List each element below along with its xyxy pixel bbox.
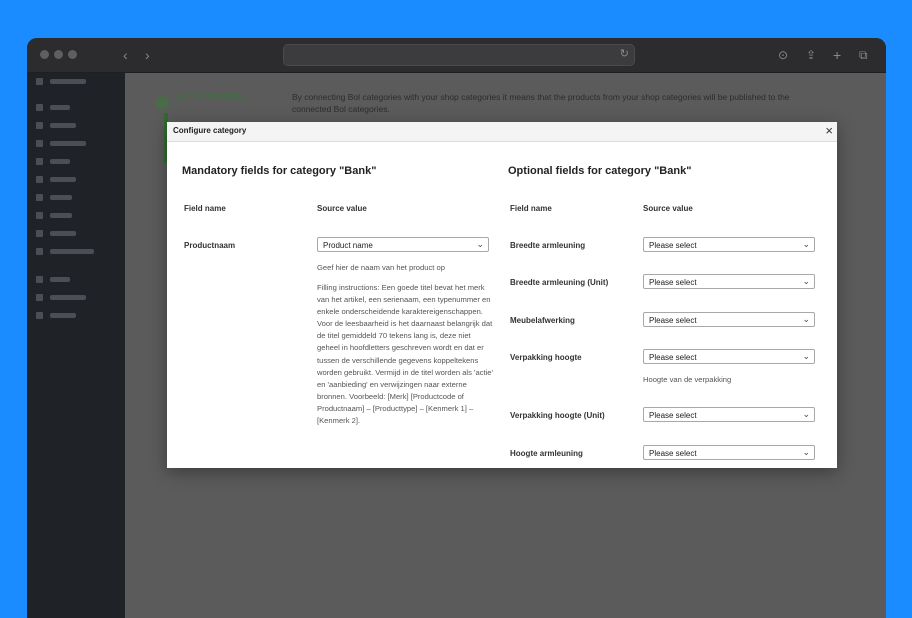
reload-icon[interactable]: ↻: [620, 47, 629, 60]
select-value: Please select: [649, 241, 697, 250]
select-value: Product name: [323, 241, 373, 250]
verpakking-hoogte-unit-select[interactable]: Please select ⌄: [643, 407, 815, 422]
productnaam-hint: Geef hier de naam van het product op: [317, 263, 445, 272]
field-name-breedte-armleuning-unit: Breedte armleuning (Unit): [510, 278, 609, 287]
menu-icon: [36, 176, 43, 183]
menu-icon: [36, 248, 43, 255]
menu-icon: [36, 104, 43, 111]
minimize-window-dot[interactable]: [54, 50, 63, 59]
sidebar-item-label: [50, 105, 70, 110]
sidebar-item-label: [50, 213, 72, 218]
modal-title: Configure category: [173, 126, 247, 135]
field-name-hoogte-armleuning: Hoogte armleuning: [510, 449, 583, 458]
chevron-down-icon: ⌄: [802, 239, 810, 249]
menu-icon: [36, 122, 43, 129]
chevron-down-icon: ⌄: [476, 239, 484, 249]
chevron-down-icon: ⌄: [802, 351, 810, 361]
configure-category-modal: Configure category × Mandatory fields fo…: [167, 122, 837, 468]
sidebar-item-label: [50, 141, 86, 146]
menu-icon: [36, 194, 43, 201]
verpakking-hoogte-hint: Hoogte van de verpakking: [643, 375, 732, 384]
menu-icon: [36, 140, 43, 147]
menu-icon: [36, 312, 43, 319]
field-name-meubelafwerking: Meubelafwerking: [510, 316, 575, 325]
sidebar-item-label: [50, 177, 76, 182]
optional-field-name-header: Field name: [510, 204, 552, 213]
sidebar-item-label: [50, 159, 70, 164]
hoogte-armleuning-select[interactable]: Please select ⌄: [643, 445, 815, 460]
sidebar-item-label: [50, 231, 76, 236]
modal-header: Configure category ×: [167, 122, 837, 142]
select-value: Please select: [649, 316, 697, 325]
chevron-down-icon: ⌄: [802, 409, 810, 419]
sidebar-item-label: [50, 79, 86, 84]
menu-icon: [36, 294, 43, 301]
filling-instructions: Filling instructions: Een goede titel be…: [317, 283, 493, 426]
chevron-down-icon: ⌄: [802, 447, 810, 457]
step-label: AUTHORIZATION: [177, 93, 247, 102]
breedte-armleuning-select[interactable]: Please select ⌄: [643, 237, 815, 252]
field-name-breedte-armleuning: Breedte armleuning: [510, 241, 586, 250]
download-icon[interactable]: ⊙: [778, 45, 788, 65]
optional-heading: Optional fields for category "Bank": [508, 165, 692, 177]
new-tab-icon[interactable]: +: [833, 45, 841, 65]
sidebar-item-label: [50, 249, 94, 254]
select-value: Please select: [649, 449, 697, 458]
back-icon[interactable]: ‹: [123, 45, 128, 65]
field-name-verpakking-hoogte: Verpakking hoogte: [510, 353, 582, 362]
share-icon[interactable]: ⇪: [806, 45, 816, 65]
browser-toolbar: ‹ › ↻ ⊙ ⇪ + ⧉: [27, 38, 886, 73]
menu-icon: [36, 158, 43, 165]
sidebar-item-label: [50, 277, 70, 282]
mandatory-source-value-header: Source value: [317, 204, 367, 213]
optional-source-value-header: Source value: [643, 204, 693, 213]
field-name-productnaam: Productnaam: [184, 241, 236, 250]
sidebar-item-label: [50, 195, 72, 200]
sidebar-item-label: [50, 313, 76, 318]
breedte-armleuning-unit-select[interactable]: Please select ⌄: [643, 274, 815, 289]
verpakking-hoogte-select[interactable]: Please select ⌄: [643, 349, 815, 364]
sidebar-item-label: [50, 123, 76, 128]
zoom-window-dot[interactable]: [68, 50, 77, 59]
select-value: Please select: [649, 353, 697, 362]
select-value: Please select: [649, 411, 697, 420]
address-bar[interactable]: ↻: [283, 44, 635, 66]
menu-icon: [36, 276, 43, 283]
mandatory-field-name-header: Field name: [184, 204, 226, 213]
admin-sidebar: [27, 73, 125, 618]
chevron-down-icon: ⌄: [802, 276, 810, 286]
close-icon[interactable]: ×: [825, 123, 833, 139]
productnaam-select[interactable]: Product name ⌄: [317, 237, 489, 252]
mandatory-heading: Mandatory fields for category "Bank": [182, 165, 377, 177]
menu-icon: [36, 78, 43, 85]
tabs-icon[interactable]: ⧉: [859, 45, 868, 65]
close-window-dot[interactable]: [40, 50, 49, 59]
menu-icon: [36, 212, 43, 219]
forward-icon[interactable]: ›: [145, 45, 150, 65]
field-name-verpakking-hoogte-unit: Verpakking hoogte (Unit): [510, 411, 605, 420]
meubelafwerking-select[interactable]: Please select ⌄: [643, 312, 815, 327]
intro-text: By connecting Bol categories with your s…: [292, 92, 790, 114]
step-icon: [155, 96, 169, 110]
sidebar-item-label: [50, 295, 86, 300]
select-value: Please select: [649, 278, 697, 287]
chevron-down-icon: ⌄: [802, 314, 810, 324]
menu-icon: [36, 230, 43, 237]
